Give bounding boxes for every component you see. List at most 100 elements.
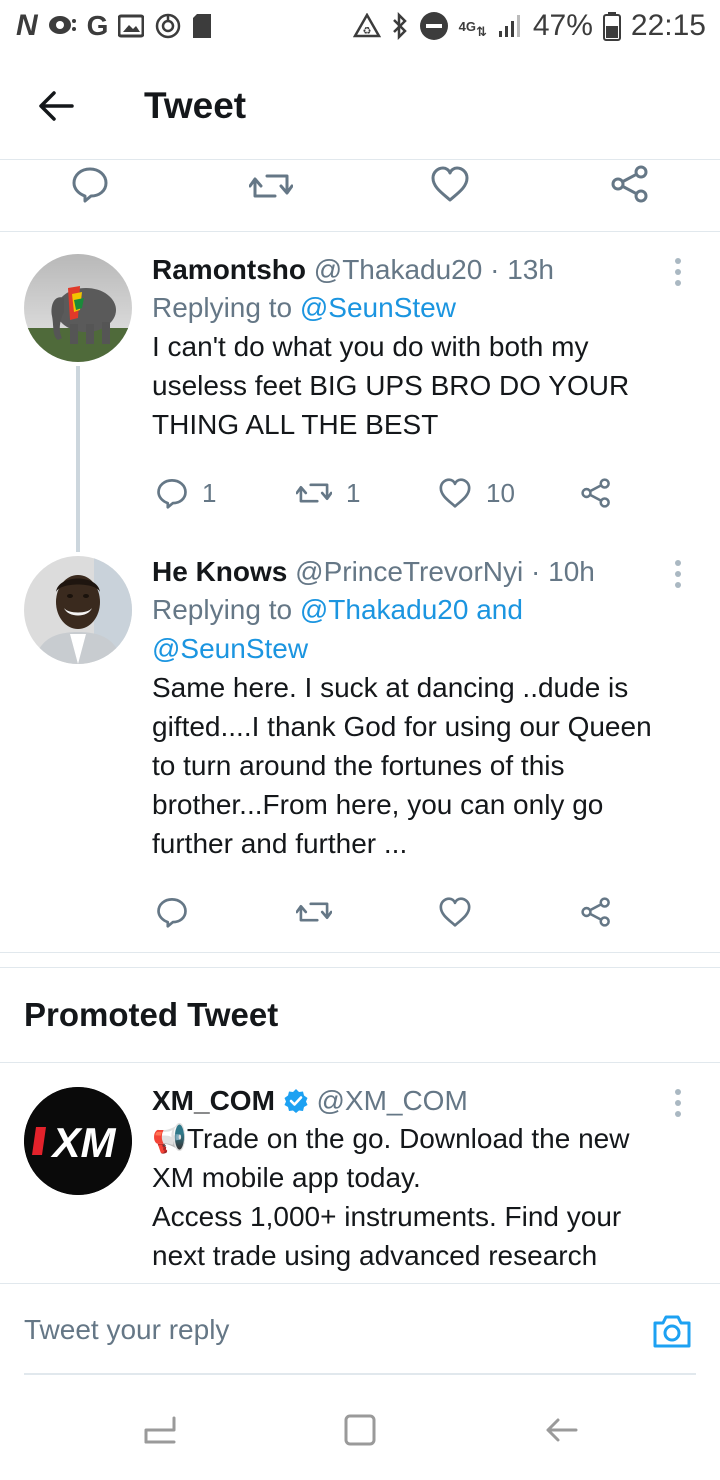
elephant-avatar-image xyxy=(24,254,132,362)
tweet-text-line: 📢Trade on the go. Download the new xyxy=(152,1123,630,1154)
tweet-text-line: useless feet BIG UPS BRO DO YOUR xyxy=(152,370,630,401)
share-button[interactable] xyxy=(610,164,650,204)
status-bar: N G ♻ 4G ⇅ 47% 22:15 xyxy=(0,0,720,52)
author-name[interactable]: He Knows xyxy=(152,556,287,587)
bluetooth-icon xyxy=(391,12,409,40)
more-options-button[interactable] xyxy=(666,1085,690,1121)
retweet-button[interactable] xyxy=(249,166,293,206)
author-name[interactable]: XM_COM xyxy=(152,1085,275,1116)
reply-icon xyxy=(72,167,108,203)
replying-to-link[interactable]: @Thakadu20 and xyxy=(300,594,523,625)
retweet-icon xyxy=(296,902,332,922)
reply-composer: Tweet your reply xyxy=(0,1283,720,1375)
avatar[interactable] xyxy=(24,556,132,664)
svg-text:♻: ♻ xyxy=(362,26,371,37)
tweet-header: XM_COM @XM_COM xyxy=(152,1083,697,1119)
share-icon xyxy=(611,165,648,203)
author-handle[interactable]: @XM_COM xyxy=(316,1085,467,1116)
share-icon xyxy=(581,897,610,927)
retweet-button[interactable]: 1 xyxy=(296,468,360,518)
like-count: 10 xyxy=(486,477,515,508)
like-button[interactable]: 10 xyxy=(438,468,515,518)
recent-apps-icon xyxy=(144,1416,176,1444)
tweet-time: · 13h xyxy=(490,254,554,285)
share-button[interactable] xyxy=(580,468,612,518)
reply-tweet[interactable]: Ramontsho @Thakadu20 · 13h Replying to @… xyxy=(0,232,720,552)
tweet-text-line: I can't do what you do with both my xyxy=(152,331,589,362)
reply-tweet[interactable]: He Knows @PrinceTrevorNyi · 10h Replying… xyxy=(0,552,720,952)
tweet-text-line: to turn around the fortunes of this xyxy=(152,750,565,781)
tweet-text: Same here. I suck at dancing ..dude is g… xyxy=(152,668,697,863)
home-icon xyxy=(344,1414,376,1446)
tweet-text-line: THING ALL THE BEST xyxy=(152,409,439,440)
replying-to-label: Replying to xyxy=(152,292,293,323)
xm-logo: XM xyxy=(24,1087,132,1195)
status-bar-system: ♻ 4G ⇅ 47% 22:15 xyxy=(352,9,706,43)
reply-icon xyxy=(157,898,187,928)
retweet-button[interactable] xyxy=(296,887,332,937)
reply-button[interactable]: 1 xyxy=(156,468,216,518)
tweet-text-line: Access 1,000+ instruments. Find your xyxy=(152,1201,622,1232)
author-handle[interactable]: @PrinceTrevorNyi xyxy=(295,556,523,587)
top-app-bar: Tweet xyxy=(0,52,720,160)
recent-apps-button[interactable] xyxy=(140,1410,180,1450)
author-handle[interactable]: @Thakadu20 xyxy=(314,254,483,285)
retweet-icon xyxy=(296,483,332,503)
like-button[interactable] xyxy=(438,887,472,937)
status-bar-notifications: N G xyxy=(16,9,212,43)
tweet-content: Ramontsho @Thakadu20 · 13h Replying to @… xyxy=(152,252,697,444)
chat-notification-icon xyxy=(47,13,77,39)
replying-to-link[interactable]: @SeunStew xyxy=(300,292,456,323)
tweet-text-line: further and further ... xyxy=(152,828,408,859)
page-title: Tweet xyxy=(144,84,247,126)
author-name[interactable]: Ramontsho xyxy=(152,254,306,285)
tweet-actions xyxy=(152,887,672,937)
verified-badge-icon xyxy=(284,1089,308,1113)
replying-to-link[interactable]: @SeunStew xyxy=(152,633,308,664)
back-button[interactable] xyxy=(28,78,84,134)
tweet-header: Ramontsho @Thakadu20 · 13h xyxy=(152,252,697,288)
reply-input[interactable]: Tweet your reply xyxy=(24,1314,229,1346)
share-icon xyxy=(581,478,610,508)
reply-button[interactable] xyxy=(70,164,110,204)
back-arrow-icon xyxy=(546,1418,578,1442)
home-button[interactable] xyxy=(340,1410,380,1450)
more-options-button[interactable] xyxy=(666,556,690,592)
avatar[interactable] xyxy=(24,254,132,362)
reply-icon xyxy=(157,479,187,509)
back-nav-button[interactable] xyxy=(542,1410,582,1450)
network-type-label: 4G ⇅ xyxy=(458,18,487,39)
sync-notification-icon xyxy=(154,12,182,40)
reply-button[interactable] xyxy=(156,887,188,937)
clock: 22:15 xyxy=(630,9,706,42)
heart-icon xyxy=(431,166,469,202)
tweet-text-line: Same here. I suck at dancing ..dude is xyxy=(152,672,629,703)
replying-to: Replying to @Thakadu20 and xyxy=(152,590,697,629)
camera-icon xyxy=(653,1315,691,1348)
google-notification-icon: G xyxy=(86,10,109,41)
promoted-tweet[interactable]: XM XM_COM @XM_COM 📢Trade on the go. Down… xyxy=(0,1063,720,1283)
tweet-text-line: next trade using advanced research xyxy=(152,1240,598,1271)
tweet-text: I can't do what you do with both my usel… xyxy=(152,327,697,444)
replying-to-label: Replying to xyxy=(152,594,293,625)
replying-to: Replying to @SeunStew xyxy=(152,288,697,327)
gallery-notification-icon xyxy=(118,14,145,38)
tweet-text-line: gifted....I thank God for using our Quee… xyxy=(152,711,652,742)
tweet-time: · 10h xyxy=(531,556,595,587)
battery-percent: 47% xyxy=(532,9,593,42)
system-navigation-bar xyxy=(0,1380,720,1480)
like-button[interactable] xyxy=(430,164,470,204)
xm-logo-text: XM xyxy=(51,1119,117,1166)
camera-button[interactable] xyxy=(652,1312,692,1352)
share-button[interactable] xyxy=(580,887,612,937)
battery-icon xyxy=(602,11,621,41)
thread-connector xyxy=(76,366,80,552)
do-not-disturb-icon xyxy=(419,11,449,41)
more-options-button[interactable] xyxy=(666,254,690,290)
data-saver-icon: ♻ xyxy=(352,13,381,39)
netflix-notification-icon: N xyxy=(16,9,38,42)
tweet-text: 📢Trade on the go. Download the new XM mo… xyxy=(152,1119,697,1275)
tweet-text-line: XM mobile app today. xyxy=(152,1162,421,1193)
section-divider xyxy=(0,952,720,968)
avatar[interactable]: XM xyxy=(24,1087,132,1195)
